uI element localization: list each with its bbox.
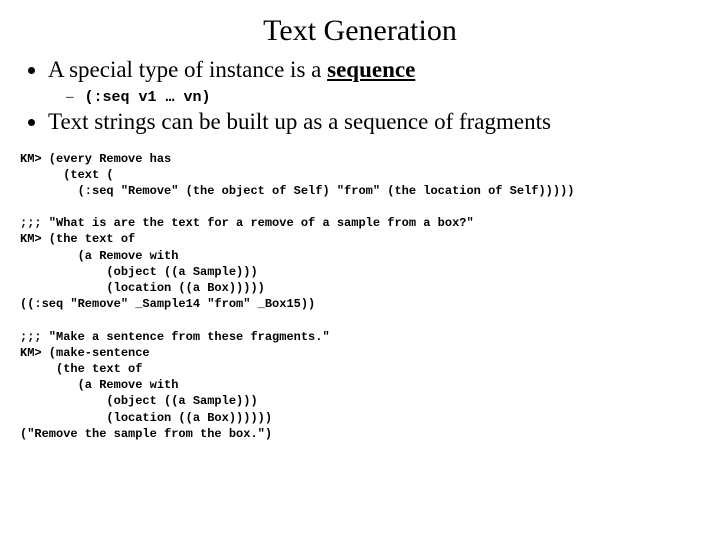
- code-block: KM> (every Remove has (text ( (:seq "Rem…: [20, 151, 700, 442]
- dash-icon: –: [66, 89, 74, 106]
- bullet-item-1: A special type of instance is a sequence: [48, 56, 700, 85]
- slide-title: Text Generation: [20, 14, 700, 48]
- bullet-item-2: Text strings can be built up as a sequen…: [48, 108, 700, 137]
- bullet-list-2: Text strings can be built up as a sequen…: [20, 108, 700, 137]
- sequence-keyword: sequence: [327, 57, 415, 82]
- slide: Text Generation A special type of instan…: [0, 0, 720, 540]
- bullet-list: A special type of instance is a sequence: [20, 56, 700, 85]
- sub-bullet-code: (:seq v1 … vn): [85, 89, 211, 106]
- sub-bullet: – (:seq v1 … vn): [66, 89, 700, 106]
- bullet-1-text: A special type of instance is a: [48, 57, 327, 82]
